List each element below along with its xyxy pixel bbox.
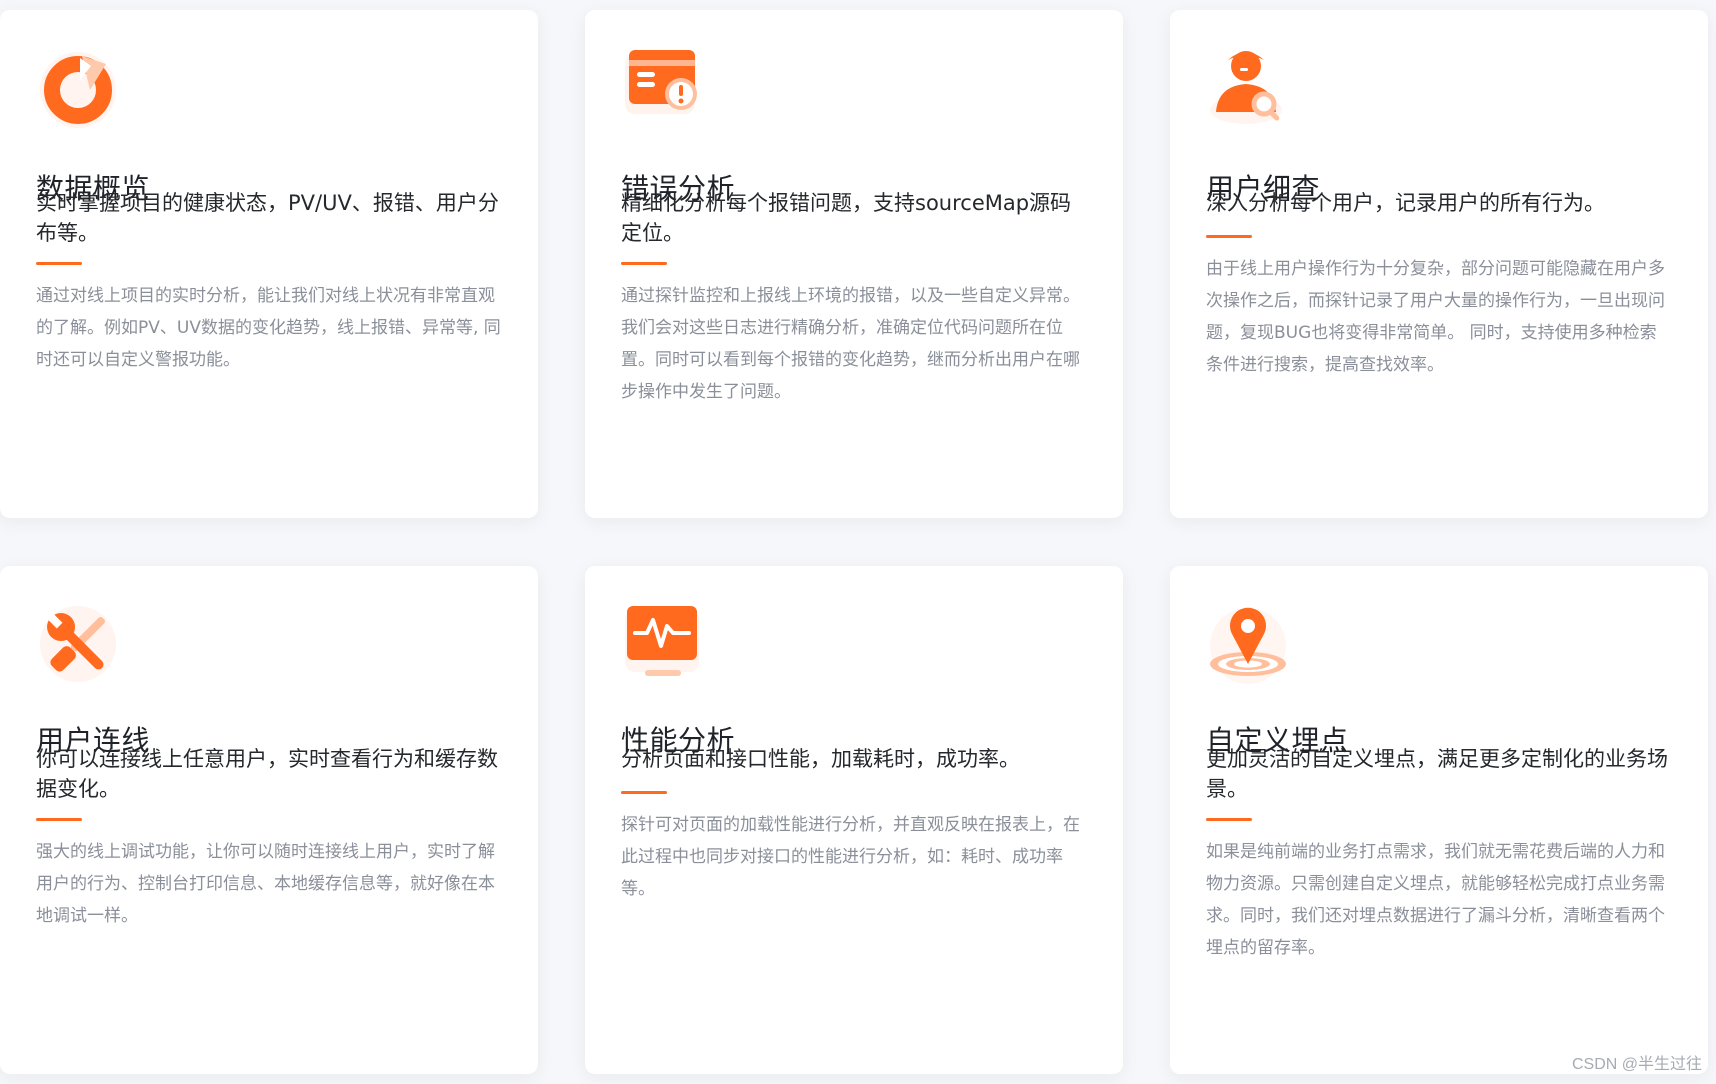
card-divider [36, 262, 82, 265]
feature-card-custom-tracking: 自定义埋点 更加灵活的自定义埋点，满足更多定制化的业务场景。 如果是纯前端的业务… [1170, 566, 1708, 1074]
card-description: 强大的线上调试功能，让你可以随时连接线上用户，实时了解用户的行为、控制台打印信息… [36, 842, 495, 926]
feature-card-performance: 性能分析 分析页面和接口性能，加载耗时，成功率。 探针可对页面的加载性能进行分析… [585, 566, 1123, 1074]
user-search-icon [1206, 46, 1290, 130]
card-divider [36, 818, 82, 821]
feature-card-user-connect: 用户连线 你可以连接线上任意用户，实时查看行为和缓存数据变化。 强大的线上调试功… [0, 566, 538, 1074]
pie-chart-icon [36, 46, 120, 130]
card-subtitle: 深入分析每个用户，记录用户的所有行为。 [1206, 191, 1605, 215]
error-card-icon [621, 46, 705, 130]
card-divider [621, 791, 667, 794]
card-divider [621, 262, 667, 265]
performance-monitor-icon [621, 602, 705, 686]
card-divider [1206, 818, 1252, 821]
card-description: 探针可对页面的加载性能进行分析，并直观反映在报表上，在此过程中也同步对接口的性能… [621, 815, 1080, 899]
location-pin-icon [1206, 602, 1290, 686]
card-description: 由于线上用户操作行为十分复杂，部分问题可能隐藏在用户多次操作之后，而探针记录了用… [1206, 259, 1665, 375]
feature-card-data-overview: 数据概览 实时掌握项目的健康状态，PV/UV、报错、用户分布等。 通过对线上项目… [0, 10, 538, 518]
card-divider [1206, 235, 1252, 238]
card-description: 通过对线上项目的实时分析，能让我们对线上状况有非常直观的了解。例如PV、UV数据… [36, 286, 501, 370]
card-description: 通过探针监控和上报线上环境的报错，以及一些自定义异常。我们会对这些日志进行精确分… [621, 286, 1080, 402]
card-subtitle: 你可以连接线上任意用户，实时查看行为和缓存数据变化。 [36, 747, 498, 801]
feature-card-error-analysis: 错误分析 精细化分析每个报错问题，支持sourceMap源码定位。 通过探针监控… [585, 10, 1123, 518]
wrench-tools-icon [36, 602, 120, 686]
card-subtitle: 分析页面和接口性能，加载耗时，成功率。 [621, 747, 1020, 771]
feature-card-user-detail: 用户细查 深入分析每个用户，记录用户的所有行为。 由于线上用户操作行为十分复杂，… [1170, 10, 1708, 518]
card-subtitle: 实时掌握项目的健康状态，PV/UV、报错、用户分布等。 [36, 191, 499, 245]
watermark: CSDN @半生过往 [1571, 1056, 1702, 1073]
card-description: 如果是纯前端的业务打点需求，我们就无需花费后端的人力和物力资源。只需创建自定义埋… [1206, 842, 1665, 958]
card-subtitle: 精细化分析每个报错问题，支持sourceMap源码定位。 [621, 191, 1072, 245]
card-subtitle: 更加灵活的自定义埋点，满足更多定制化的业务场景。 [1206, 747, 1668, 801]
